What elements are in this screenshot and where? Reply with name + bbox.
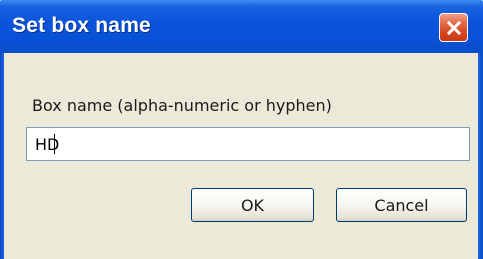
box-name-input[interactable]	[26, 127, 470, 161]
close-icon	[446, 20, 461, 35]
box-name-label: Box name (alpha-numeric or hyphen)	[32, 96, 332, 115]
title-bar[interactable]: Set box name	[0, 0, 483, 53]
text-caret	[54, 134, 55, 154]
set-box-name-dialog: Set box name Box name (alpha-numeric or …	[0, 0, 483, 259]
ok-button[interactable]: OK	[191, 188, 314, 222]
window-border-right	[478, 53, 483, 259]
dialog-title: Set box name	[12, 14, 151, 37]
dialog-body: Box name (alpha-numeric or hyphen) OK Ca…	[4, 53, 478, 259]
cancel-button[interactable]: Cancel	[336, 188, 467, 222]
close-button[interactable]	[439, 13, 468, 42]
